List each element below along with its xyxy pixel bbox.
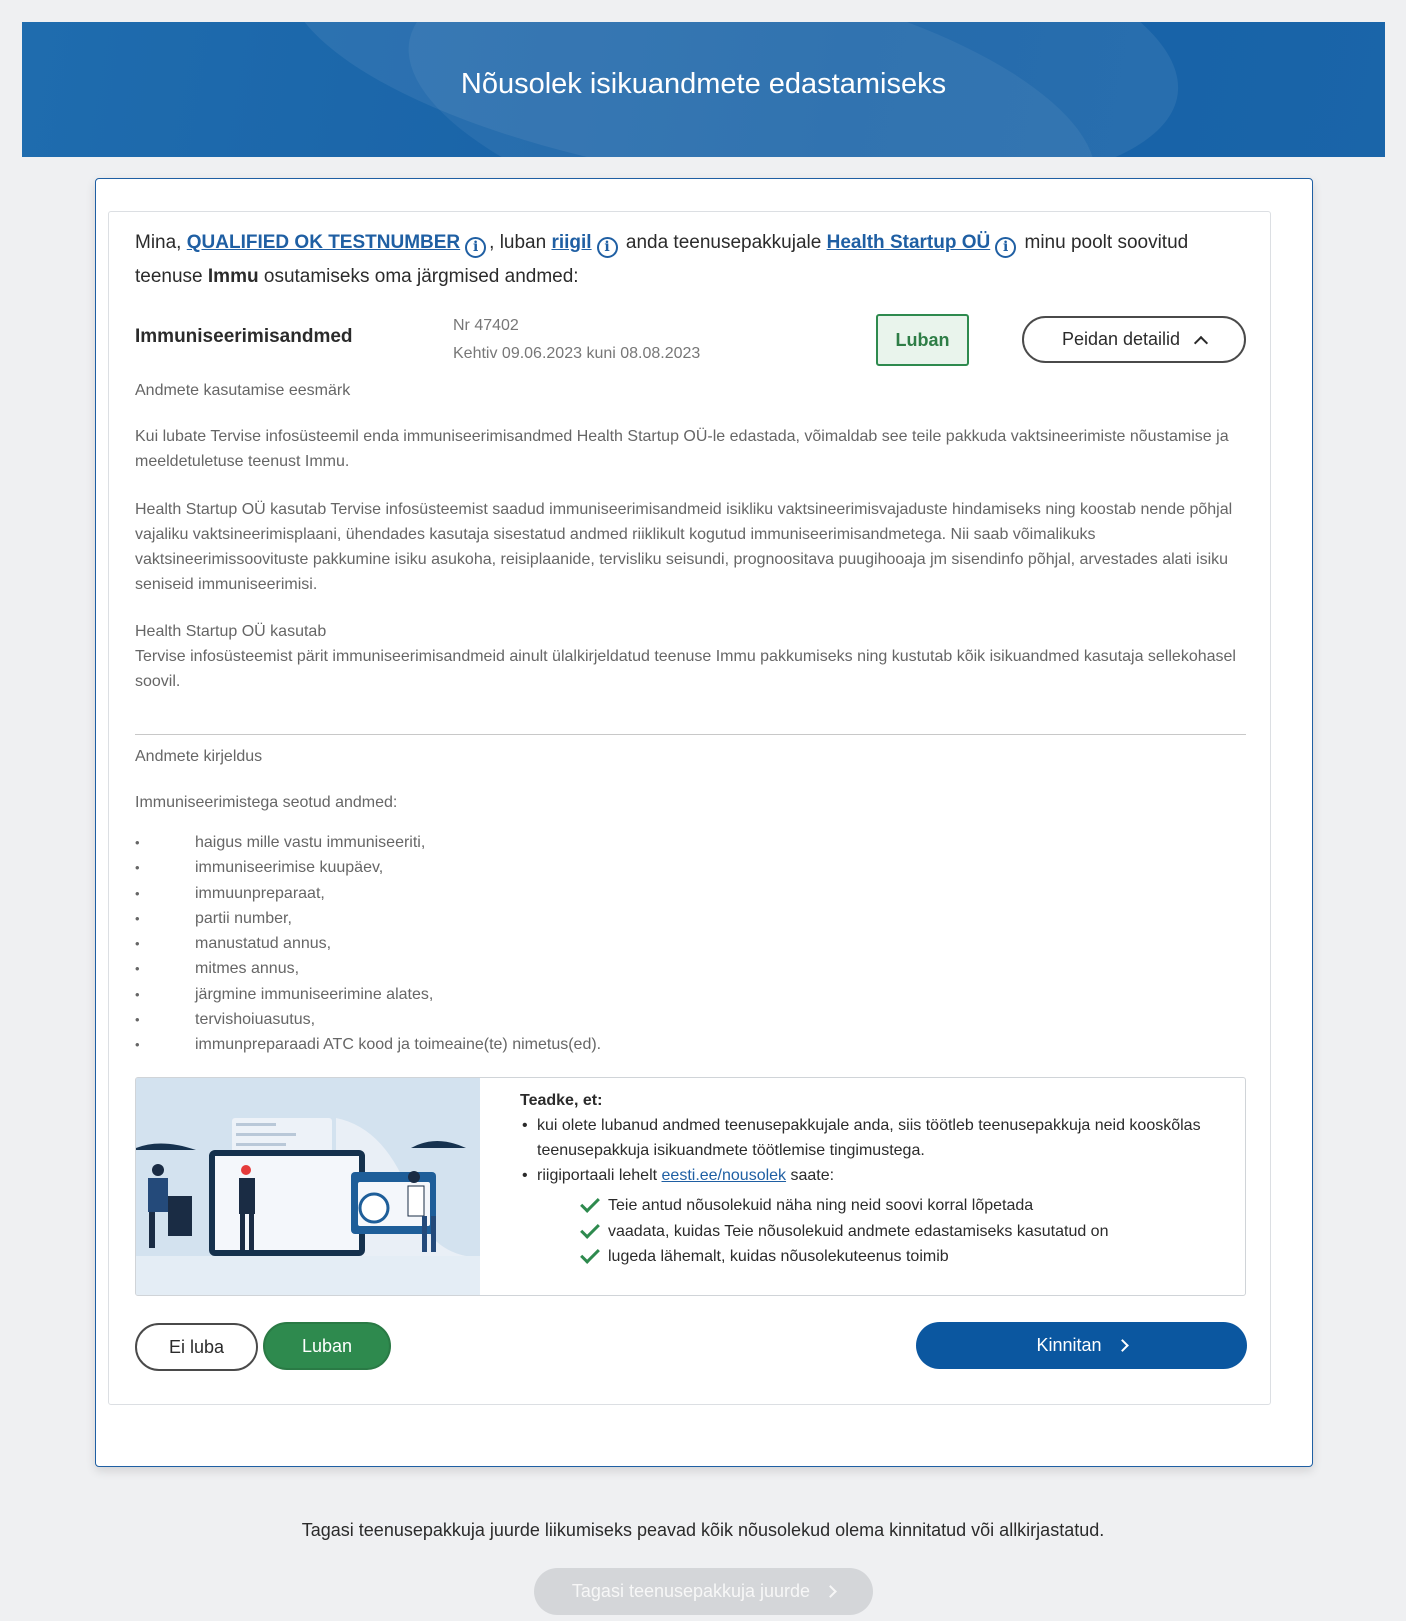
purpose-paragraph: Health Startup OÜ kasutab Tervise infosü…: [135, 501, 1233, 593]
chevron-right-icon: [824, 1585, 837, 1598]
data-fields-list: haigus mille vastu immuniseeriti, immuni…: [135, 830, 601, 1058]
hide-details-button[interactable]: Peidan detailid: [1022, 316, 1246, 363]
decline-button[interactable]: Ei luba: [135, 1323, 258, 1371]
purpose-paragraph: Health Startup OÜ kasutab Tervise infosü…: [135, 619, 1247, 694]
allow-button[interactable]: Luban: [263, 1322, 391, 1370]
people-illustration: [136, 1078, 480, 1295]
intro-text: Mina,: [135, 232, 182, 253]
chevron-right-icon: [1115, 1339, 1129, 1352]
consent-meta: Nr 47402 Kehtiv 09.06.2023 kuni 08.08.20…: [453, 312, 700, 368]
page-banner: Nõusolek isikuandmete edastamiseks: [22, 22, 1385, 157]
state-link[interactable]: riigil: [551, 232, 591, 253]
intro-text: osutamiseks oma järgmised andmed:: [263, 266, 579, 287]
list-item: partii number,: [135, 906, 601, 932]
consent-intro: Mina, QUALIFIED OK TESTNUMBER i, luban ri…: [135, 226, 1255, 294]
data-category-title: Immuniseerimisandmed: [135, 326, 353, 347]
purpose-line: Health Startup OÜ kasutab: [135, 623, 327, 640]
list-item: manustatud annus,: [135, 931, 601, 957]
list-item: vaadata, kuidas Teie nõusolekuid andmete…: [580, 1218, 1220, 1245]
notice-item-text: saate:: [790, 1167, 835, 1184]
footer-note: Tagasi teenusepakkuja juurde liikumiseks…: [301, 1520, 1105, 1540]
confirm-label: Kinnitan: [1036, 1335, 1102, 1355]
purpose-heading: Andmete kasutamise eesmärk: [135, 382, 351, 399]
notice-item-text: riigiportaali lehelt: [537, 1167, 658, 1184]
list-item: haigus mille vastu immuniseeriti,: [135, 830, 601, 856]
purpose-paragraph: Kui lubate Tervise infosüsteemil enda im…: [135, 428, 1229, 470]
consent-number: Nr 47402: [453, 317, 519, 334]
section-divider: [135, 734, 1246, 735]
list-item: järgmine immuniseerimine alates,: [135, 982, 601, 1008]
info-icon[interactable]: i: [465, 237, 487, 258]
hide-details-label: Peidan detailid: [1061, 329, 1181, 349]
info-notice: Teadke, et: kui olete lubanud andmed tee…: [135, 1077, 1246, 1296]
info-icon[interactable]: i: [995, 237, 1017, 258]
consent-container: Mina, QUALIFIED OK TESTNUMBER i, luban ri…: [95, 178, 1313, 1467]
list-item: immunpreparaadi ATC kood ja toimeaine(te…: [135, 1032, 601, 1058]
check-icon: [580, 1193, 600, 1214]
description-heading: Andmete kirjeldus: [135, 748, 263, 765]
info-icon[interactable]: i: [596, 237, 618, 258]
purpose-line: Tervise infosüsteemist pärit immuniseeri…: [135, 648, 1236, 690]
page-title: Nõusolek isikuandmete edastamiseks: [460, 68, 947, 100]
eesti-portal-link[interactable]: eesti.ee/nousolek: [662, 1167, 787, 1184]
chevron-up-icon: [1193, 335, 1209, 350]
list-item: immuunpreparaat,: [135, 881, 601, 907]
back-label: Tagasi teenusepakkuja juurde: [571, 1581, 811, 1601]
list-item: immuniseerimise kuupäev,: [135, 855, 601, 881]
confirm-button[interactable]: Kinnitan: [916, 1322, 1247, 1369]
notice-heading: Teadke, et:: [520, 1092, 603, 1109]
consent-status-badge: Luban: [876, 314, 969, 366]
check-icon: [580, 1218, 600, 1239]
feature-text: vaadata, kuidas Teie nõusolekuid andmete…: [608, 1222, 1109, 1240]
consent-card: Mina, QUALIFIED OK TESTNUMBER i, luban ri…: [108, 211, 1271, 1405]
provider-link[interactable]: Health Startup OÜ: [827, 232, 991, 253]
back-to-provider-button[interactable]: Tagasi teenusepakkuja juurde: [534, 1568, 873, 1615]
intro-text: , luban: [489, 232, 547, 253]
consent-validity: Kehtiv 09.06.2023 kuni 08.08.2023: [453, 345, 701, 362]
service-name: Immu: [207, 266, 259, 287]
feature-text: lugeda lähemalt, kuidas nõusolekuteenus …: [608, 1248, 949, 1265]
notice-item: riigiportaali lehelt eesti.ee/nousolek s…: [520, 1163, 1220, 1188]
list-item: mitmes annus,: [135, 956, 601, 982]
list-item: tervishoiuasutus,: [135, 1007, 601, 1033]
person-link[interactable]: QUALIFIED OK TESTNUMBER: [187, 232, 460, 253]
description-intro: Immuniseerimistega seotud andmed:: [135, 794, 398, 811]
list-item: lugeda lähemalt, kuidas nõusolekuteenus …: [580, 1244, 1220, 1270]
notice-item: kui olete lubanud andmed teenusepakkujal…: [520, 1113, 1220, 1163]
portal-features-list: Teie antud nõusolekuid näha ning neid so…: [520, 1193, 1220, 1270]
notice-list: kui olete lubanud andmed teenusepakkujal…: [520, 1113, 1220, 1188]
notice-text: Teadke, et: kui olete lubanud andmed tee…: [520, 1088, 1220, 1270]
list-item: Teie antud nõusolekuid näha ning neid so…: [580, 1193, 1220, 1219]
intro-text: anda teenusepakkujale: [625, 232, 822, 253]
check-icon: [580, 1244, 600, 1265]
feature-text: Teie antud nõusolekuid näha ning neid so…: [608, 1197, 1034, 1214]
